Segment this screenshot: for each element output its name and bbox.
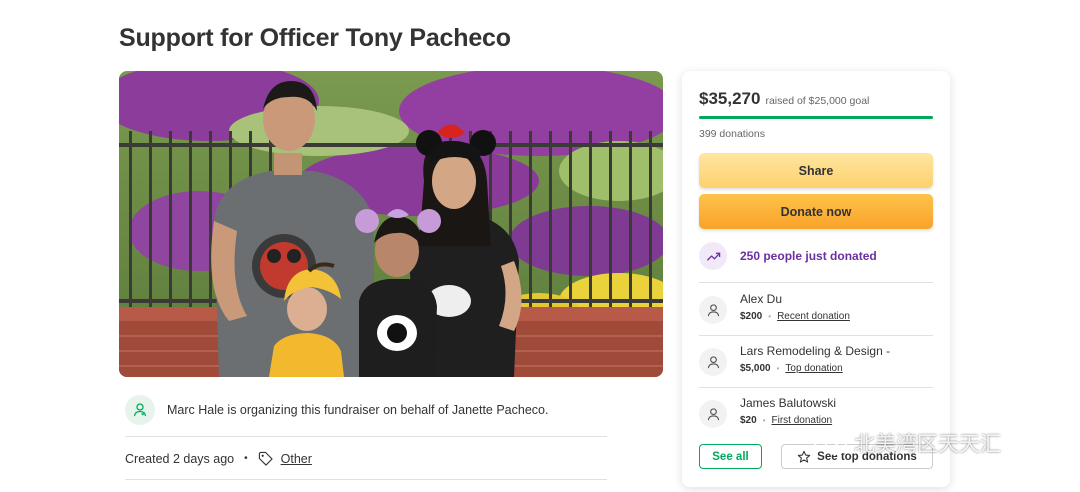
goal-text: raised of $25,000 goal — [765, 95, 870, 107]
donor-avatar-icon — [699, 296, 727, 324]
page-title: Support for Officer Tony Pacheco — [119, 24, 511, 52]
trend-row: 250 people just donated — [699, 242, 933, 283]
campaign-photo — [119, 71, 663, 377]
donor-amount: $200 — [740, 311, 763, 322]
donor-name: Alex Du — [740, 292, 783, 306]
organizer-row: Marc Hale is organizing this fundraiser … — [125, 395, 607, 437]
category-link[interactable]: Other — [281, 452, 312, 466]
donor-avatar-icon — [699, 400, 727, 428]
donor-name: Lars Remodeling & Design - — [740, 344, 891, 358]
donor-name: James Balutowski — [740, 396, 837, 410]
person-heart-icon — [125, 395, 155, 425]
progress-bar — [699, 116, 933, 119]
watermark-text: 北美湾区天天汇 — [854, 433, 1001, 456]
donor-separator: • — [768, 312, 772, 321]
donor-separator: • — [762, 416, 766, 425]
organizer-text: Marc Hale is organizing this fundraiser … — [167, 403, 549, 417]
donation-count: 399 donations — [699, 128, 765, 140]
donor-separator: • — [776, 364, 780, 373]
donation-card: $35,270 raised of $25,000 goal 399 donat… — [682, 71, 950, 487]
wechat-icon — [813, 429, 847, 455]
raised-amount: $35,270 — [699, 89, 761, 108]
donor-amount: $5,000 — [740, 363, 771, 374]
progress-fill — [699, 116, 933, 119]
share-button[interactable]: Share — [699, 153, 933, 188]
donor-row: Lars Remodeling & Design - $5,000 • Top … — [699, 336, 933, 388]
donor-row: Alex Du $200 • Recent donation — [699, 284, 933, 336]
amount-row: $35,270 raised of $25,000 goal — [699, 89, 869, 109]
tag-icon — [258, 451, 273, 466]
trend-text: 250 people just donated — [740, 249, 877, 263]
donate-button[interactable]: Donate now — [699, 194, 933, 229]
recent-donation-link[interactable]: Recent donation — [777, 311, 850, 322]
trending-up-icon — [699, 242, 727, 270]
top-donation-link[interactable]: Top donation — [785, 363, 842, 374]
donor-amount: $20 — [740, 415, 757, 426]
watermark: 北美湾区天天汇 — [812, 428, 1001, 458]
first-donation-link[interactable]: First donation — [772, 415, 833, 426]
see-all-button[interactable]: See all — [699, 444, 762, 469]
star-icon — [797, 450, 811, 463]
meta-separator: • — [244, 453, 248, 464]
campaign-meta: Created 2 days ago • Other — [125, 438, 607, 480]
created-date: Created 2 days ago — [125, 451, 235, 466]
donor-avatar-icon — [699, 348, 727, 376]
